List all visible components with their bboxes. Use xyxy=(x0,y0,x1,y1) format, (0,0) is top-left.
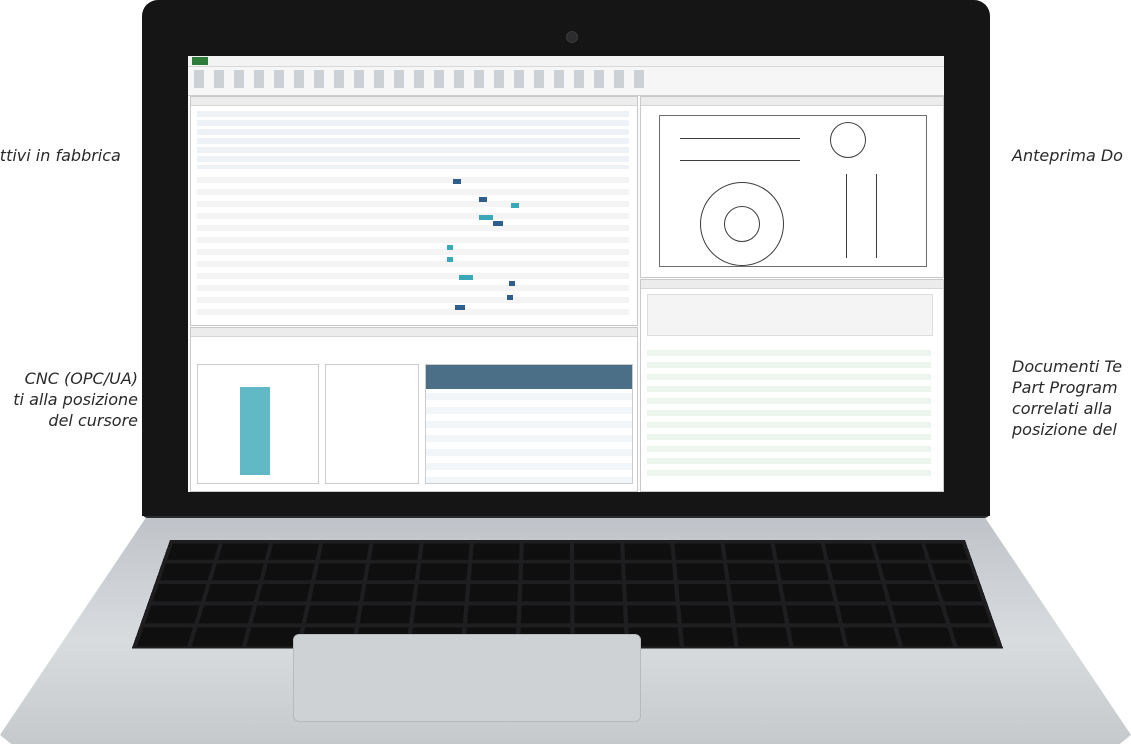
caption-line: posizione del xyxy=(1012,420,1117,439)
key-row xyxy=(152,584,983,602)
measurements-table-header xyxy=(426,365,632,389)
app-ribbon xyxy=(188,56,944,96)
webcam-icon xyxy=(566,31,578,43)
measurements-table xyxy=(425,364,633,484)
gantt-bar xyxy=(511,203,519,208)
distribution-bar xyxy=(240,387,270,475)
distribution-plot xyxy=(197,364,319,484)
key-row xyxy=(144,605,991,624)
laptop-screen xyxy=(188,56,944,492)
panel-header xyxy=(191,97,637,106)
panel-header xyxy=(641,97,943,106)
drawing-line xyxy=(846,174,847,258)
drawing-line xyxy=(680,160,800,161)
gantt-bar xyxy=(493,221,503,226)
filter-form xyxy=(197,111,629,169)
caption-line: CNC (OPC/UA) xyxy=(24,369,138,388)
drawing-circle xyxy=(830,122,866,158)
drawing-line xyxy=(876,174,877,258)
caption-line: ti alla posizione xyxy=(13,390,138,409)
attachments-panel xyxy=(640,279,944,492)
work-orders-panel xyxy=(190,96,638,326)
work-orders-table xyxy=(197,177,629,317)
laptop-trackpad xyxy=(293,634,641,722)
gantt-bar xyxy=(453,179,461,184)
caption-line: Part Program xyxy=(1012,378,1118,397)
ribbon-toolbar-icons xyxy=(194,70,654,88)
panel-header xyxy=(641,280,943,289)
caption-left-top: attivi in fabbrica xyxy=(0,145,121,166)
drawing-viewer-panel xyxy=(640,96,944,278)
gantt-bar xyxy=(479,215,493,220)
context-panels-panel xyxy=(190,327,638,492)
gantt-bar xyxy=(447,257,453,262)
technical-drawing xyxy=(659,115,927,267)
drawing-circle xyxy=(724,206,760,242)
laptop-keyboard xyxy=(131,540,1004,649)
caption-text: attivi in fabbrica xyxy=(0,146,121,165)
key-row xyxy=(167,543,968,560)
attachments-list xyxy=(647,350,931,480)
caption-line: correlati alla xyxy=(1012,399,1113,418)
drawing-line xyxy=(680,138,800,139)
panel-header xyxy=(191,328,637,337)
gantt-bar xyxy=(459,275,473,280)
caption-left-bottom: CNC (OPC/UA) ti alla posizione del curso… xyxy=(0,368,138,431)
gantt-bar xyxy=(455,305,465,310)
laptop-lid xyxy=(142,0,990,516)
gantt-bar xyxy=(479,197,487,202)
caption-text: Anteprima Do xyxy=(1012,146,1123,165)
trend-plot xyxy=(325,364,419,484)
ribbon-tab-strip xyxy=(188,56,944,67)
caption-right-top: Anteprima Do xyxy=(1012,145,1123,166)
gantt-bar xyxy=(507,295,513,300)
caption-line: del cursore xyxy=(48,411,138,430)
caption-right-bottom: Documenti Te Part Program correlati alla… xyxy=(1012,356,1122,440)
gantt-bar xyxy=(509,281,515,286)
attachments-controls xyxy=(647,294,933,336)
caption-line: Documenti Te xyxy=(1012,357,1123,376)
gantt-bar xyxy=(447,245,453,250)
ribbon-active-tab xyxy=(192,57,208,65)
key-row xyxy=(159,563,976,581)
